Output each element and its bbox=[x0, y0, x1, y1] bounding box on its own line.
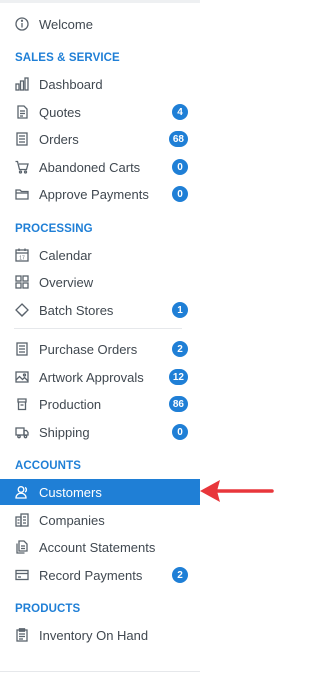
count-badge: 4 bbox=[172, 104, 188, 120]
sidebar-item-label: Account Statements bbox=[39, 539, 156, 555]
section-header-products: PRODUCTS bbox=[15, 603, 81, 615]
count-badge: 86 bbox=[168, 396, 188, 412]
grid-icon bbox=[14, 274, 30, 290]
sidebar-item-label: Production bbox=[39, 396, 102, 412]
sidebar-item-label: Customers bbox=[39, 484, 102, 500]
sidebar-item-label: Dashboard bbox=[39, 76, 103, 92]
sidebar-item-label: Record Payments bbox=[39, 567, 143, 583]
box-icon bbox=[14, 396, 30, 412]
sidebar-item-label: Welcome bbox=[39, 16, 93, 32]
document-list-icon bbox=[14, 131, 30, 147]
count-badge: 0 bbox=[172, 424, 188, 440]
sidebar-item-companies[interactable]: Companies bbox=[0, 507, 200, 533]
sidebar-item-label: Orders bbox=[39, 131, 79, 147]
cart-icon bbox=[14, 159, 30, 175]
folder-icon bbox=[14, 186, 30, 202]
sidebar-item-dashboard[interactable]: Dashboard bbox=[0, 71, 200, 97]
credit-card-icon bbox=[14, 567, 30, 583]
sidebar-item-orders[interactable]: Orders 68 bbox=[0, 126, 200, 152]
users-icon bbox=[14, 484, 30, 500]
bottom-divider bbox=[0, 671, 200, 672]
count-badge: 2 bbox=[172, 341, 188, 357]
sidebar-item-purchase-orders[interactable]: Purchase Orders 2 bbox=[0, 336, 200, 362]
info-icon bbox=[14, 16, 30, 32]
sidebar-item-welcome[interactable]: Welcome bbox=[0, 11, 200, 37]
sidebar-item-label: Overview bbox=[39, 274, 94, 290]
sidebar-item-label: Companies bbox=[39, 512, 105, 528]
sidebar-item-label: Calendar bbox=[39, 247, 92, 263]
sidebar-item-label: Quotes bbox=[39, 104, 81, 120]
count-badge: 1 bbox=[172, 302, 188, 318]
section-header-processing: PROCESSING bbox=[15, 223, 93, 235]
sidebar-item-production[interactable]: Production 86 bbox=[0, 391, 200, 417]
document-icon bbox=[14, 104, 30, 120]
bar-chart-icon bbox=[14, 76, 30, 92]
files-icon bbox=[14, 539, 30, 555]
count-badge: 0 bbox=[172, 159, 188, 175]
svg-text:17: 17 bbox=[19, 256, 25, 262]
sidebar-item-overview[interactable]: Overview bbox=[0, 269, 200, 295]
building-icon bbox=[14, 512, 30, 528]
section-header-accounts: ACCOUNTS bbox=[15, 460, 81, 472]
sidebar-item-label: Shipping bbox=[39, 424, 90, 440]
sidebar-item-inventory-on-hand[interactable]: Inventory On Hand bbox=[0, 622, 200, 648]
section-header-sales-service: SALES & SERVICE bbox=[15, 52, 120, 64]
count-badge: 68 bbox=[168, 131, 188, 147]
sidebar-item-approve-payments[interactable]: Approve Payments 0 bbox=[0, 181, 200, 207]
sidebar-item-artwork-approvals[interactable]: Artwork Approvals 12 bbox=[0, 364, 200, 390]
sidebar-item-calendar[interactable]: 17 Calendar bbox=[0, 242, 200, 268]
sidebar-item-label: Artwork Approvals bbox=[39, 369, 144, 385]
count-badge: 0 bbox=[172, 186, 188, 202]
image-icon bbox=[14, 369, 30, 385]
sidebar-nav: Welcome SALES & SERVICE Dashboard Quotes… bbox=[0, 0, 200, 675]
count-badge: 2 bbox=[172, 567, 188, 583]
sidebar-item-quotes[interactable]: Quotes 4 bbox=[0, 99, 200, 125]
sidebar-item-customers[interactable]: Customers bbox=[0, 479, 200, 505]
sidebar-item-abandoned-carts[interactable]: Abandoned Carts 0 bbox=[0, 154, 200, 180]
annotation-arrow-icon bbox=[200, 480, 274, 502]
sidebar-item-label: Approve Payments bbox=[39, 186, 149, 202]
sidebar-item-batch-stores[interactable]: Batch Stores 1 bbox=[0, 297, 200, 323]
clipboard-icon bbox=[14, 627, 30, 643]
top-divider bbox=[0, 0, 200, 3]
truck-icon bbox=[14, 424, 30, 440]
layers-icon bbox=[14, 302, 30, 318]
sidebar-item-label: Abandoned Carts bbox=[39, 159, 141, 175]
count-badge: 12 bbox=[168, 369, 188, 385]
section-divider bbox=[14, 328, 182, 329]
list-document-icon bbox=[14, 341, 30, 357]
sidebar-item-label: Batch Stores bbox=[39, 302, 114, 318]
sidebar-item-label: Inventory On Hand bbox=[39, 627, 149, 643]
calendar-icon: 17 bbox=[14, 247, 30, 263]
sidebar-item-account-statements[interactable]: Account Statements bbox=[0, 534, 200, 560]
sidebar-item-shipping[interactable]: Shipping 0 bbox=[0, 419, 200, 445]
sidebar-item-record-payments[interactable]: Record Payments 2 bbox=[0, 562, 200, 588]
sidebar-item-label: Purchase Orders bbox=[39, 341, 138, 357]
